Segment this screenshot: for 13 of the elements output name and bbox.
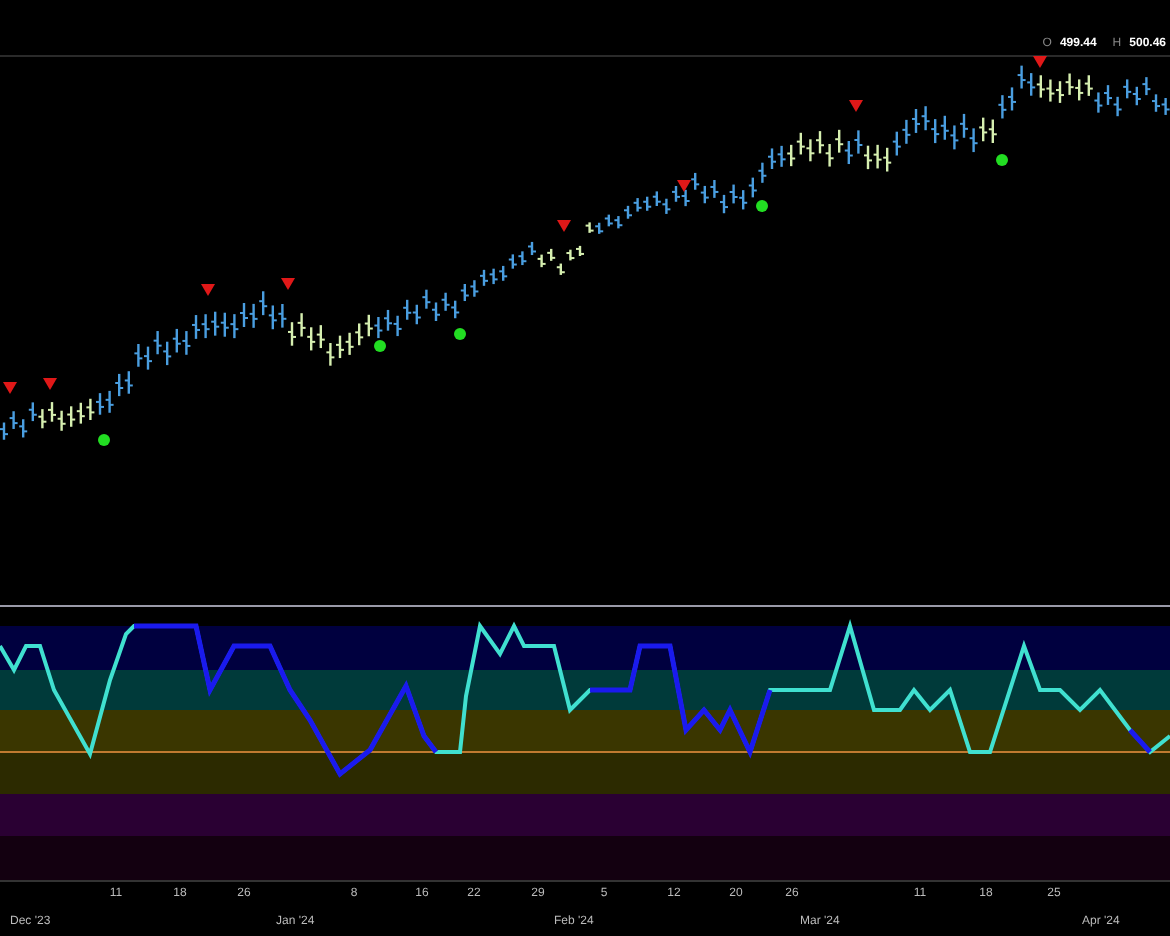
triangle-marker: [43, 378, 57, 390]
dot-marker: [98, 434, 110, 446]
dot-marker: [374, 340, 386, 352]
dot-marker: [454, 328, 466, 340]
triangle-marker: [677, 180, 691, 192]
dot-marker: [756, 200, 768, 212]
triangle-marker: [3, 382, 17, 394]
dot-marker: [996, 154, 1008, 166]
triangle-marker: [281, 278, 295, 290]
triangle-marker: [849, 100, 863, 112]
triangle-marker: [201, 284, 215, 296]
triangle-marker: [557, 220, 571, 232]
triangle-marker: [1033, 56, 1047, 68]
